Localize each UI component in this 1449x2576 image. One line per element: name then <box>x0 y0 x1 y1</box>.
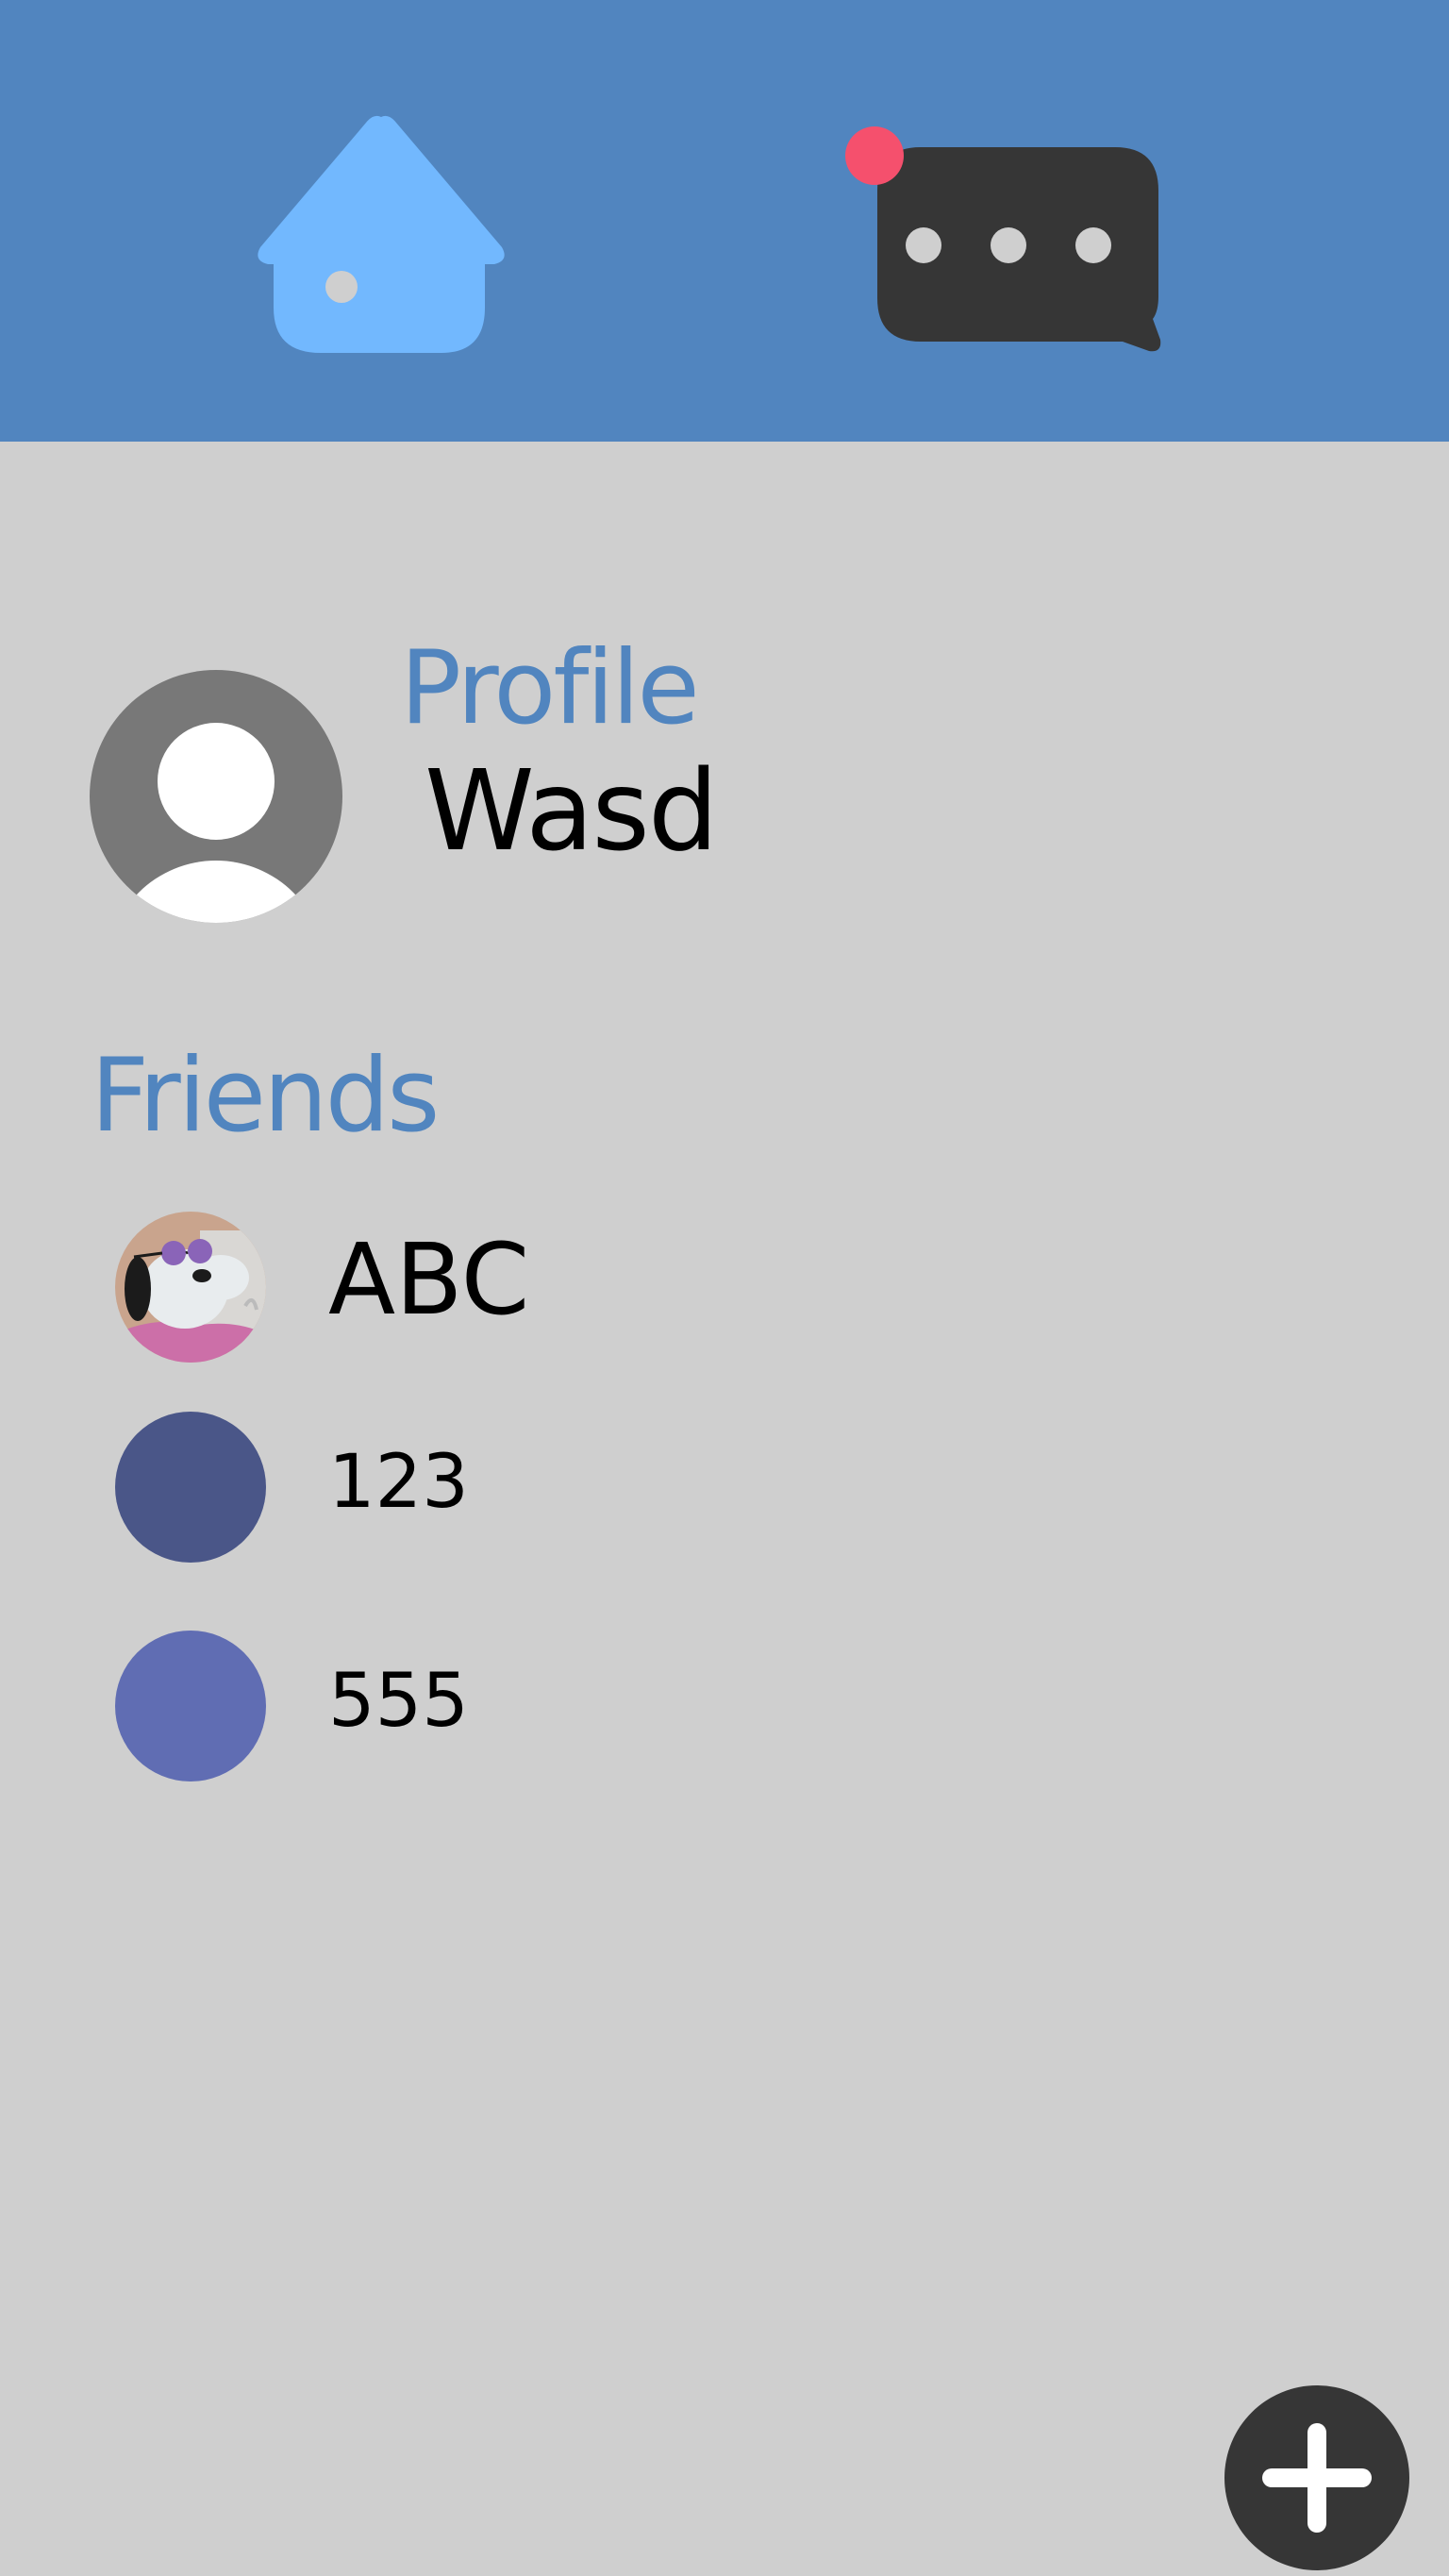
friend-item[interactable]: ABC <box>115 1212 964 1364</box>
friend-name: ABC <box>328 1222 530 1337</box>
friend-item[interactable]: 555 <box>115 1631 964 1783</box>
friend-item[interactable]: 123 <box>115 1412 964 1564</box>
profile-name: Wasd <box>425 745 719 876</box>
friend-name: 555 <box>328 1659 469 1744</box>
home-button[interactable] <box>253 109 509 359</box>
friend-avatar <box>115 1631 266 1781</box>
home-icon <box>258 115 505 353</box>
cartoon-dog-avatar-icon <box>115 1212 266 1363</box>
friend-name: 123 <box>328 1440 469 1525</box>
plus-icon <box>1262 2423 1372 2533</box>
add-button[interactable] <box>1224 2385 1409 2570</box>
user-avatar-icon <box>90 670 342 923</box>
chat-bubble-icon <box>845 126 1161 352</box>
friends-heading: Friends <box>91 1037 440 1155</box>
friend-avatar <box>115 1412 266 1563</box>
top-nav-bar <box>0 0 1449 442</box>
messages-button[interactable] <box>841 125 1168 357</box>
notification-dot <box>845 126 904 185</box>
profile-avatar[interactable] <box>90 670 342 923</box>
profile-heading: Profile <box>400 629 700 747</box>
friend-avatar <box>115 1212 266 1363</box>
